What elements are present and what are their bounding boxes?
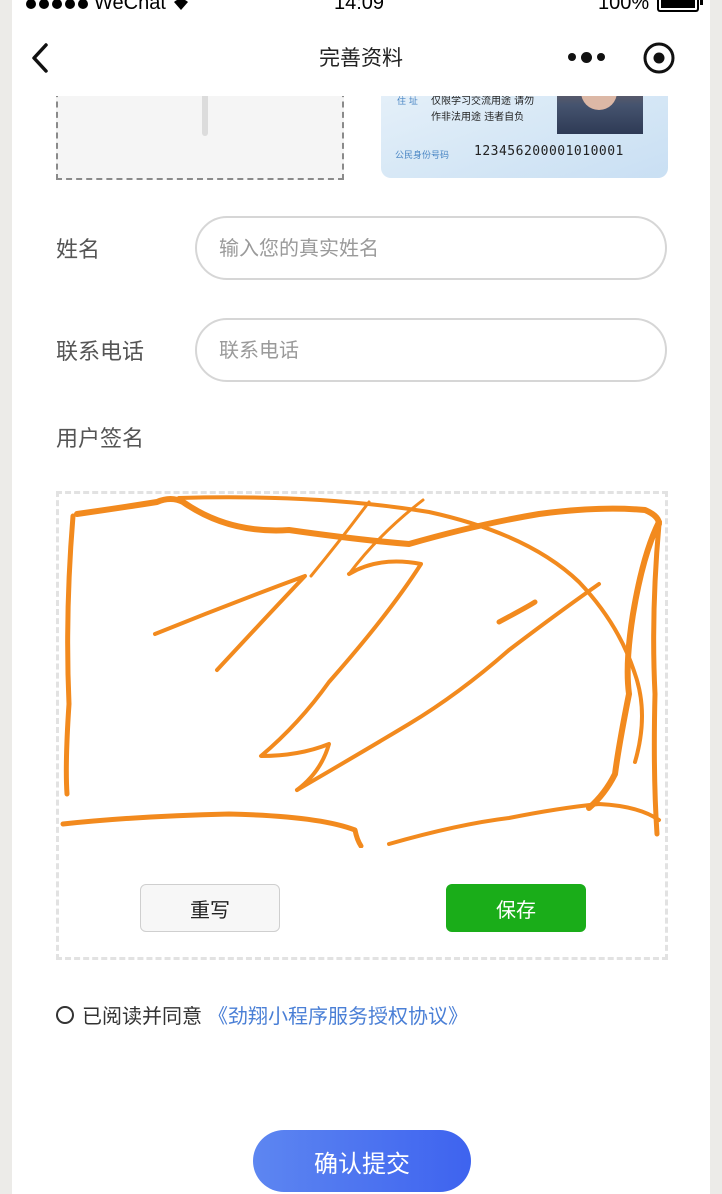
signature-stroke [586, 519, 662, 811]
nav-bar: 完善资料 [12, 14, 710, 96]
battery-icon [657, 0, 704, 12]
signature-stroke [63, 513, 76, 797]
status-bar: WeChat 14:09 100% [0, 0, 722, 14]
save-button[interactable]: 保存 [446, 884, 586, 932]
close-target-icon[interactable] [642, 41, 676, 75]
upload-placeholder-bar [202, 92, 208, 136]
signature-stroke [387, 802, 661, 846]
carrier: WeChat [26, 0, 190, 15]
agree-radio[interactable] [56, 1005, 74, 1024]
agreement-row: 已阅读并同意 《劲翔小程序服务授权协议》 [56, 1000, 468, 1029]
id-number-label: 公民身份号码 [395, 151, 450, 161]
agreement-link[interactable]: 《劲翔小程序服务授权协议》 [208, 1000, 468, 1029]
signature-canvas[interactable] [59, 494, 665, 848]
signature-stroke [295, 582, 601, 792]
signal-icon [26, 0, 88, 9]
carrier-name: WeChat [94, 0, 166, 14]
signature-stroke [153, 574, 307, 672]
signature-stroke [651, 521, 662, 837]
id-number: 123456200001010001 [474, 144, 624, 159]
wifi-icon [173, 0, 188, 10]
submit-button[interactable]: 确认提交 [253, 1130, 471, 1192]
more-dots-icon[interactable] [565, 44, 607, 70]
signature-box: 重写 保存 [56, 491, 668, 960]
battery: 100% [598, 0, 704, 15]
signature-stroke [496, 599, 538, 625]
name-label: 姓名 [56, 238, 101, 263]
rewrite-button[interactable]: 重写 [140, 884, 280, 932]
battery-percent: 100% [598, 0, 650, 14]
page: 住 址 仅限学习交流用途 请勿 作非法用途 违者自负 公民身份号码 123456… [12, 0, 710, 1194]
signature-label: 用户签名 [56, 427, 145, 452]
status-time: 14:09 [334, 0, 385, 14]
phone-input[interactable] [195, 318, 667, 382]
signature-stroke [60, 811, 364, 848]
agree-text: 已阅读并同意 [82, 1004, 202, 1028]
id-line-2: 作非法用途 违者自负 [431, 112, 525, 123]
name-input[interactable] [195, 216, 667, 280]
phone-label: 联系电话 [56, 340, 145, 365]
